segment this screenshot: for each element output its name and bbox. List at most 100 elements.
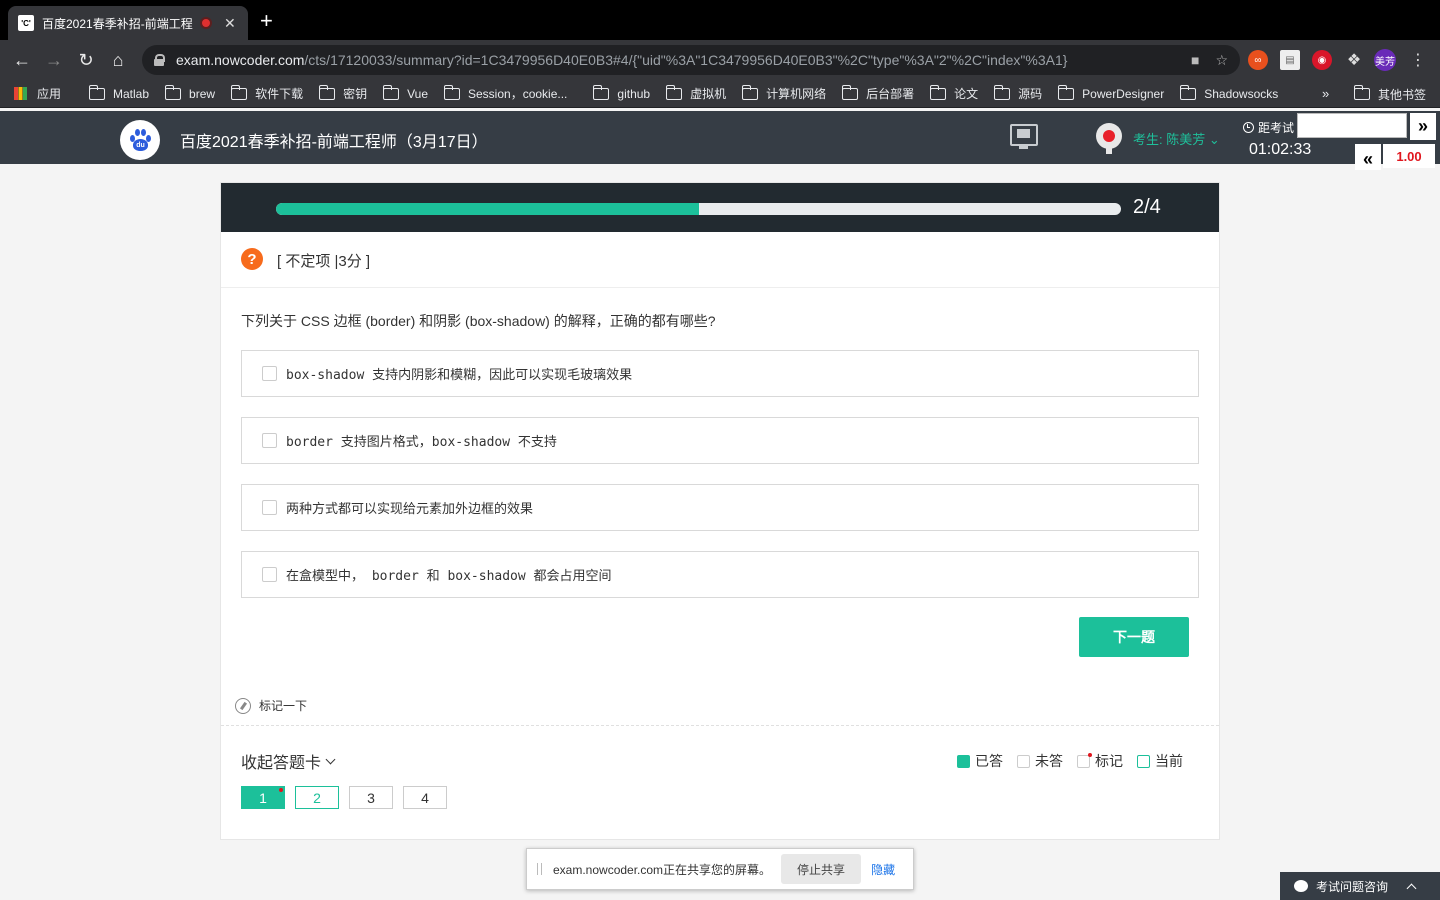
question-card: 2/4 ? [ 不定项 |3分 ] 下列关于 CSS 边框 (border) 和… bbox=[220, 182, 1220, 840]
collapse-label: 收起答题卡 bbox=[241, 755, 322, 772]
recording-indicator-icon bbox=[200, 17, 212, 29]
mark-label: 标记一下 bbox=[259, 699, 308, 713]
bookmark-label: Shadowsocks bbox=[1204, 86, 1279, 101]
folder-icon bbox=[741, 84, 759, 100]
bookmarks-more-chevron[interactable]: » bbox=[1322, 86, 1329, 101]
screen-share-notice: exam.nowcoder.com正在共享您的屏幕。 停止共享 隐藏 bbox=[526, 848, 914, 890]
url-text[interactable]: exam.nowcoder.com/cts/17120033/summary?i… bbox=[176, 52, 1175, 68]
bookmark-folder[interactable]: 计算机网络 bbox=[741, 84, 827, 102]
collapse-answer-card[interactable]: 收起答题卡 bbox=[241, 749, 336, 773]
option-checkbox[interactable] bbox=[262, 500, 277, 515]
candidate-name: 考生: 陈美芳 bbox=[1133, 132, 1206, 147]
drag-grip-icon[interactable] bbox=[537, 863, 542, 875]
extensions-puzzle-icon[interactable]: ❖ bbox=[1344, 50, 1364, 70]
legend-current: 当前 bbox=[1137, 751, 1183, 771]
hide-notice-link[interactable]: 隐藏 bbox=[871, 861, 895, 878]
option-3[interactable]: 两种方式都可以实现给元素加外边框的效果 bbox=[241, 484, 1199, 531]
bookmark-folder[interactable]: Matlab bbox=[88, 84, 149, 101]
option-text: border 支持图片格式，box-shadow 不支持 bbox=[286, 435, 557, 450]
menu-kebab-icon[interactable]: ⋮ bbox=[1408, 50, 1428, 70]
folder-icon bbox=[230, 84, 248, 100]
zoom-input[interactable] bbox=[1297, 113, 1407, 138]
camera-icon[interactable]: ■ bbox=[1191, 52, 1199, 68]
zoom-out-button[interactable]: « bbox=[1355, 144, 1381, 170]
forward-arrow-icon[interactable]: → bbox=[42, 48, 66, 72]
extension-window-icon[interactable]: ▤ bbox=[1280, 50, 1300, 70]
extension-record-icon[interactable]: ◉ bbox=[1312, 50, 1332, 70]
question-number-1[interactable]: 1 bbox=[241, 786, 285, 809]
back-arrow-icon[interactable]: ← bbox=[10, 48, 34, 72]
url-path: /cts/17120033/summary?id=1C3479956D40E0B… bbox=[304, 52, 1068, 68]
bookmark-label: 源码 bbox=[1018, 87, 1043, 101]
share-notice-text: exam.nowcoder.com正在共享您的屏幕。 bbox=[553, 862, 772, 877]
stop-sharing-button[interactable]: 停止共享 bbox=[781, 854, 862, 884]
bookmark-folder[interactable]: 后台部署 bbox=[841, 84, 914, 102]
tab-title: 百度2021春季补招-前端工程 bbox=[42, 16, 193, 31]
folder-icon bbox=[841, 84, 859, 100]
legend-label: 未答 bbox=[1035, 753, 1063, 769]
lock-icon[interactable] bbox=[154, 54, 165, 66]
option-checkbox[interactable] bbox=[262, 366, 277, 381]
folder-icon bbox=[443, 84, 460, 100]
mark-question[interactable]: 标记一下 bbox=[235, 697, 307, 714]
new-tab-button[interactable]: + bbox=[260, 10, 273, 32]
countdown-timer: 01:02:33 bbox=[1249, 141, 1312, 158]
bookmark-label: PowerDesigner bbox=[1082, 86, 1165, 101]
next-question-button[interactable]: 下一题 bbox=[1079, 617, 1189, 657]
reload-icon[interactable]: ↻ bbox=[74, 48, 98, 72]
legend-marked: 标记 bbox=[1077, 751, 1123, 771]
exam-help-widget[interactable]: 考试问题咨询 bbox=[1280, 872, 1440, 900]
answer-legend: 已答 未答 标记 当前 bbox=[957, 751, 1197, 771]
bookmark-label: 其他书签 bbox=[1378, 87, 1427, 102]
webcam-icon bbox=[1096, 123, 1122, 149]
bookmark-folder[interactable]: 论文 bbox=[929, 84, 979, 102]
folder-icon bbox=[665, 84, 683, 100]
question-number-3[interactable]: 3 bbox=[349, 786, 393, 809]
baidu-paw-icon: du bbox=[128, 128, 152, 152]
option-checkbox[interactable] bbox=[262, 433, 277, 448]
question-number-4[interactable]: 4 bbox=[403, 786, 447, 809]
nowcoder-favicon-icon: 'C' bbox=[18, 15, 34, 31]
bookmark-apps[interactable]: 应用 bbox=[14, 85, 61, 102]
option-4[interactable]: 在盒模型中， border 和 box-shadow 都会占用空间 bbox=[241, 551, 1199, 598]
url-host: exam.nowcoder.com bbox=[176, 52, 305, 68]
current-swatch bbox=[1137, 754, 1150, 768]
option-2[interactable]: border 支持图片格式，box-shadow 不支持 bbox=[241, 417, 1199, 464]
browser-tab[interactable]: 'C' 百度2021春季补招-前端工程 ✕ bbox=[8, 6, 248, 40]
bookmark-label: 论文 bbox=[954, 87, 979, 101]
bookmark-folder[interactable]: github bbox=[592, 84, 650, 101]
bookmark-other-folder[interactable]: 其他书签 bbox=[1353, 80, 1427, 108]
chevron-up-icon bbox=[1406, 883, 1417, 893]
legend-unanswered: 未答 bbox=[1017, 751, 1063, 771]
address-bar[interactable]: exam.nowcoder.com/cts/17120033/summary?i… bbox=[142, 45, 1240, 75]
screen-share-icon[interactable] bbox=[1010, 124, 1038, 149]
star-bookmark-icon[interactable]: ☆ bbox=[1215, 52, 1228, 69]
extension-infinity-icon[interactable]: ∞ bbox=[1248, 50, 1268, 70]
bookmark-label: 计算机网络 bbox=[766, 87, 827, 101]
bookmark-folder[interactable]: PowerDesigner bbox=[1057, 84, 1165, 101]
folder-icon bbox=[88, 84, 106, 100]
folder-icon bbox=[1057, 84, 1075, 100]
question-number-2[interactable]: 2 bbox=[295, 786, 339, 809]
bookmark-folder[interactable]: 虚拟机 bbox=[665, 84, 726, 102]
tab-close-icon[interactable]: ✕ bbox=[224, 15, 236, 32]
candidate-name-dropdown[interactable]: 考生: 陈美芳 ⌄ bbox=[1133, 129, 1220, 148]
bookmark-folder[interactable]: 软件下载 bbox=[230, 84, 303, 102]
apps-grid-icon bbox=[14, 87, 27, 100]
bookmark-label: Session，cookie... bbox=[468, 87, 568, 101]
bookmark-folder[interactable]: Vue bbox=[382, 84, 428, 101]
bookmark-folder[interactable]: Session，cookie... bbox=[443, 84, 568, 102]
bookmark-folder[interactable]: brew bbox=[164, 84, 216, 101]
bookmark-label: brew bbox=[189, 86, 216, 101]
home-icon[interactable]: ⌂ bbox=[106, 48, 130, 72]
option-checkbox[interactable] bbox=[262, 567, 277, 582]
option-1[interactable]: box-shadow 支持内阴影和模糊，因此可以实现毛玻璃效果 bbox=[241, 350, 1199, 397]
zoom-in-button[interactable]: » bbox=[1410, 113, 1436, 140]
progress-text: 2/4 bbox=[1133, 196, 1161, 218]
bookmark-folder[interactable]: Shadowsocks bbox=[1179, 84, 1279, 101]
profile-avatar[interactable]: 美芳 bbox=[1374, 49, 1396, 71]
question-number-list: 1 2 3 4 bbox=[241, 786, 457, 809]
legend-label: 标记 bbox=[1095, 753, 1123, 769]
bookmark-folder[interactable]: 源码 bbox=[993, 84, 1043, 102]
bookmark-folder[interactable]: 密钥 bbox=[318, 84, 367, 102]
